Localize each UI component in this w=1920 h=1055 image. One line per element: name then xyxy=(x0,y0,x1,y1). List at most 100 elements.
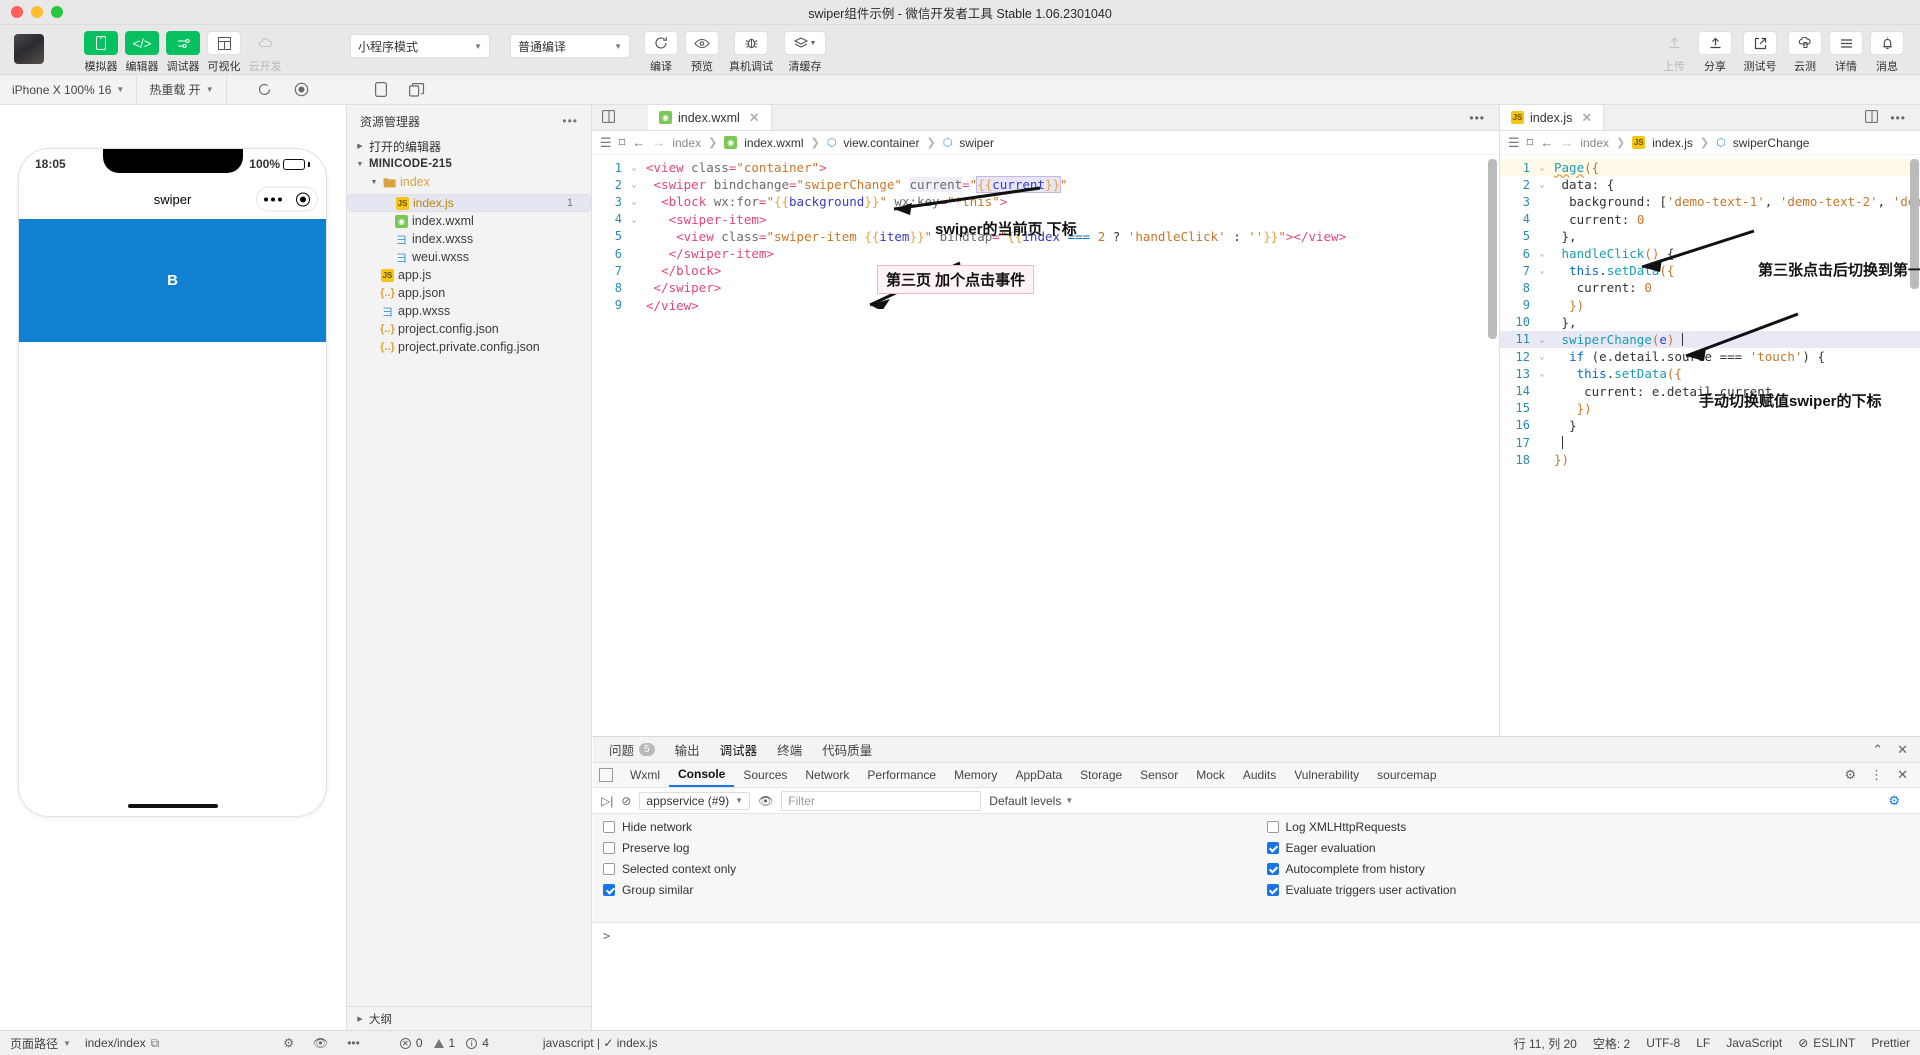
close-icon[interactable]: ✕ xyxy=(1581,110,1592,126)
fold-icon[interactable]: ⌄ xyxy=(626,197,642,206)
toolbar-button-messages[interactable]: 消息 xyxy=(1868,31,1906,74)
breadcrumb-item[interactable]: index xyxy=(1580,136,1609,150)
status-page-path[interactable]: 页面路径 ▼ xyxy=(10,1035,71,1052)
panel-tab-sourcemap[interactable]: sourcemap xyxy=(1368,763,1445,787)
checkbox-evaluate-triggers[interactable]: Evaluate triggers user activation xyxy=(1266,883,1920,897)
close-circle-icon[interactable] xyxy=(296,192,310,206)
copy-icon[interactable] xyxy=(408,82,425,97)
fold-icon[interactable]: ⌄ xyxy=(1534,369,1550,378)
status-eol[interactable]: LF xyxy=(1696,1036,1710,1050)
toolbar-button-preview[interactable]: 预览 xyxy=(683,31,721,74)
tree-item-index-folder[interactable]: ▼ index xyxy=(347,173,591,191)
explorer-open-editors[interactable]: ▶ 打开的编辑器 xyxy=(347,137,591,155)
fold-icon[interactable]: ⌄ xyxy=(626,163,642,172)
toolbar-button-share[interactable]: 分享 xyxy=(1696,31,1734,74)
window-controls[interactable] xyxy=(0,6,63,18)
maximize-icon[interactable] xyxy=(51,6,63,18)
bookmark-icon[interactable]: ⌑ xyxy=(1527,135,1534,151)
log-levels-select[interactable]: Default levels ▼ xyxy=(989,794,1073,808)
status-encoding[interactable]: UTF-8 xyxy=(1646,1036,1680,1050)
tree-item-project-private-config[interactable]: {..} project.private.config.json xyxy=(347,338,591,356)
panel-tab-wxml[interactable]: Wxml xyxy=(621,763,669,787)
kebab-menu-icon[interactable]: ⋮ xyxy=(1870,767,1883,783)
editor-split-icons[interactable]: ••• xyxy=(1851,105,1920,130)
more-icon[interactable] xyxy=(264,197,282,201)
fold-icon[interactable]: ⌄ xyxy=(1534,335,1550,344)
context-select[interactable]: appservice (#9) ▼ xyxy=(639,791,751,810)
tree-item-app-js[interactable]: JS app.js xyxy=(347,266,591,284)
devtools-tab-codequality[interactable]: 代码质量 xyxy=(812,737,882,762)
refresh-icon[interactable] xyxy=(257,82,272,97)
back-icon[interactable]: ← xyxy=(632,135,645,150)
checkbox-autocomplete-history[interactable]: Autocomplete from history xyxy=(1266,862,1920,876)
swiper-slide[interactable]: B xyxy=(19,219,326,342)
panel-tab-console[interactable]: Console xyxy=(669,763,735,787)
compile-select[interactable]: 普通编译 ▼ xyxy=(510,34,630,58)
tree-item-app-json[interactable]: {..} app.json xyxy=(347,284,591,302)
list-icon[interactable]: ☰ xyxy=(1508,135,1520,151)
fold-icon[interactable]: ⌄ xyxy=(1534,266,1550,275)
split-editor-icon[interactable] xyxy=(1865,109,1879,126)
devtools-tab-debugger[interactable]: 调试器 xyxy=(710,737,768,762)
inspect-icon[interactable] xyxy=(599,768,613,782)
devtools-tab-problems[interactable]: 问题 5 xyxy=(599,737,665,762)
toolbar-button-visualize[interactable]: 可视化 xyxy=(205,31,243,74)
mode-select[interactable]: 小程序模式 ▼ xyxy=(350,34,490,58)
checkbox-selected-context-only[interactable]: Selected context only xyxy=(603,862,1257,876)
toolbar-button-editor[interactable]: </> 编辑器 xyxy=(123,31,161,74)
breadcrumb-item[interactable]: index.js xyxy=(1652,136,1693,150)
console-output[interactable]: > xyxy=(593,922,1920,1030)
fold-icon[interactable]: ⌄ xyxy=(1534,249,1550,258)
panel-tab-sources[interactable]: Sources xyxy=(734,763,796,787)
checkbox-hide-network[interactable]: Hide network xyxy=(603,820,1257,834)
tree-item-app-wxss[interactable]: ヨ app.wxss xyxy=(347,302,591,320)
close-icon[interactable]: ✕ xyxy=(749,110,760,126)
chevron-up-icon[interactable]: ⌃ xyxy=(1872,742,1883,758)
checkbox-group-similar[interactable]: Group similar xyxy=(603,883,1257,897)
gear-icon[interactable]: ⚙ xyxy=(1844,767,1856,783)
tree-item-weui-wxss[interactable]: ヨ weui.wxss xyxy=(347,248,591,266)
panel-tab-storage[interactable]: Storage xyxy=(1071,763,1131,787)
fold-icon[interactable]: ⌄ xyxy=(1534,180,1550,189)
panel-tab-memory[interactable]: Memory xyxy=(945,763,1006,787)
tab-index-js[interactable]: JS index.js ✕ xyxy=(1500,105,1605,130)
panel-tab-network[interactable]: Network xyxy=(796,763,858,787)
settings-icon[interactable]: ⚙ xyxy=(283,1036,294,1050)
breadcrumb-item[interactable]: swiper xyxy=(959,136,994,150)
copy-icon[interactable]: ⧉ xyxy=(151,1036,160,1051)
panel-tab-performance[interactable]: Performance xyxy=(858,763,945,787)
tree-item-project-config[interactable]: {..} project.config.json xyxy=(347,320,591,338)
status-route[interactable]: index/index ⧉ xyxy=(85,1036,159,1051)
toolbar-button-cloudtest[interactable]: 云测 xyxy=(1786,31,1824,74)
capsule-menu[interactable] xyxy=(256,186,318,212)
devtools-tab-output[interactable]: 输出 xyxy=(665,737,710,762)
eye-icon[interactable]: 👁 xyxy=(313,1036,328,1050)
tree-item-index-js[interactable]: JS index.js 1 xyxy=(347,194,591,212)
minimize-icon[interactable] xyxy=(31,6,43,18)
phone-icon[interactable] xyxy=(374,82,387,97)
console-filter-input[interactable]: Filter xyxy=(781,790,982,811)
toolbar-button-upload[interactable]: 上传 xyxy=(1655,31,1693,74)
explorer-project-root[interactable]: ▼ MINICODE-215 xyxy=(347,155,591,173)
hotreload-select[interactable]: 热重载 开 ▼ xyxy=(137,75,227,104)
forward-icon[interactable]: → xyxy=(1560,135,1573,150)
status-cursor[interactable]: 行 11, 列 20 xyxy=(1514,1035,1577,1052)
breadcrumb-item[interactable]: view.container xyxy=(843,136,919,150)
panel-tab-audits[interactable]: Audits xyxy=(1234,763,1285,787)
toolbar-button-details[interactable]: 详情 xyxy=(1827,31,1865,74)
wxml-scrollbar[interactable] xyxy=(1488,159,1497,339)
status-spaces[interactable]: 空格: 2 xyxy=(1593,1035,1630,1052)
editor-more-icon[interactable]: ••• xyxy=(1455,105,1499,130)
play-icon[interactable]: ▷| xyxy=(601,794,613,808)
outline-section[interactable]: ▶ 大纲 xyxy=(347,1006,591,1030)
toolbar-button-cloud[interactable]: 云开发 xyxy=(246,31,284,74)
toolbar-button-testnumber[interactable]: 测试号 xyxy=(1737,31,1783,74)
tab-index-wxml[interactable]: ◉ index.wxml ✕ xyxy=(648,105,772,130)
panel-tab-sensor[interactable]: Sensor xyxy=(1131,763,1187,787)
tree-item-index-wxss[interactable]: ヨ index.wxss xyxy=(347,230,591,248)
device-select[interactable]: iPhone X 100% 16 ▼ xyxy=(0,75,138,104)
toolbar-button-clearcache[interactable]: ▼ 清缓存 xyxy=(781,31,829,74)
toolbar-button-simulator[interactable]: 模拟器 xyxy=(82,31,120,74)
status-eslint[interactable]: ⊘ ESLINT xyxy=(1798,1036,1855,1050)
tree-item-index-wxml[interactable]: ◉ index.wxml xyxy=(347,212,591,230)
